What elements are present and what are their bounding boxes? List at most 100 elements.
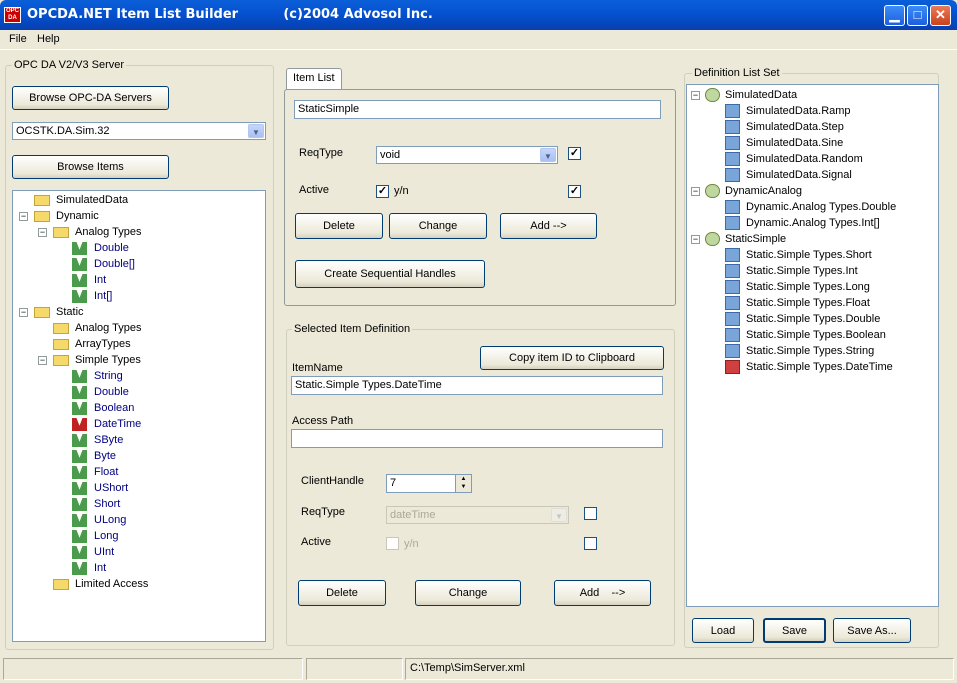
menu-file[interactable]: File xyxy=(9,33,27,45)
create-sequential-handles-button[interactable]: Create Sequential Handles xyxy=(295,260,485,288)
browse-tree[interactable]: SimulatedData − Dynamic − Analog Types Double… xyxy=(12,190,266,642)
opc-tag-icon xyxy=(72,530,87,543)
save-as-button[interactable]: Save As... xyxy=(833,618,911,643)
definition-tree[interactable]: − SimulatedData SimulatedData.Ramp Simulate… xyxy=(686,84,939,607)
item-definition-icon xyxy=(725,120,740,134)
change-button[interactable]: Change xyxy=(389,213,487,239)
tree-item[interactable]: − Simple Types xyxy=(38,352,253,368)
maximize-button[interactable]: □ xyxy=(907,5,928,26)
tree-item[interactable]: SimulatedData xyxy=(19,192,253,208)
collapse-icon[interactable]: − xyxy=(19,308,28,317)
tree-item[interactable]: String xyxy=(57,368,253,384)
close-button[interactable]: ✕ xyxy=(930,5,951,26)
chevron-down-icon[interactable]: ▼ xyxy=(248,124,264,138)
tree-item[interactable]: ULong xyxy=(57,512,253,528)
definition-item[interactable]: SimulatedData.Sine xyxy=(709,135,932,151)
definition-item[interactable]: Dynamic.Analog Types.Int[] xyxy=(709,215,932,231)
menu-help[interactable]: Help xyxy=(37,33,60,45)
server-group-label: OPC DA V2/V3 Server xyxy=(12,59,127,71)
tree-item[interactable]: UShort xyxy=(57,480,253,496)
definition-item[interactable]: Static.Simple Types.String xyxy=(709,343,932,359)
tree-item[interactable]: ArrayTypes xyxy=(38,336,253,352)
selected-active-checkbox[interactable] xyxy=(386,537,399,550)
collapse-icon[interactable]: − xyxy=(691,235,700,244)
definition-item[interactable]: − DynamicAnalog xyxy=(691,183,932,199)
add-button[interactable]: Add --> xyxy=(500,213,597,239)
selected-change-button[interactable]: Change xyxy=(415,580,521,606)
collapse-icon[interactable]: − xyxy=(19,212,28,221)
collapse-icon[interactable]: − xyxy=(38,228,47,237)
definition-item[interactable]: Static.Simple Types.Float xyxy=(709,295,932,311)
tree-item[interactable]: Float xyxy=(57,464,253,480)
tree-item[interactable]: − Static xyxy=(19,304,253,320)
selected-delete-button[interactable]: Delete xyxy=(298,580,386,606)
tree-item[interactable]: Double xyxy=(57,384,253,400)
collapse-icon[interactable]: − xyxy=(38,356,47,365)
definition-item[interactable]: Static.Simple Types.Boolean xyxy=(709,327,932,343)
tree-item[interactable]: Double[] xyxy=(57,256,253,272)
tree-item[interactable]: SByte xyxy=(57,432,253,448)
collapse-icon[interactable]: − xyxy=(691,91,700,100)
definition-item[interactable]: − StaticSimple xyxy=(691,231,932,247)
list-name-field[interactable]: StaticSimple xyxy=(294,100,661,119)
clienthandle-value: 7 xyxy=(390,477,397,489)
definition-item[interactable]: Static.Simple Types.Long xyxy=(709,279,932,295)
itemname-field[interactable]: Static.Simple Types.DateTime xyxy=(291,376,663,395)
definition-item[interactable]: SimulatedData.Ramp xyxy=(709,103,932,119)
folder-icon xyxy=(34,307,50,318)
save-button[interactable]: Save xyxy=(763,618,826,643)
tree-item[interactable]: − Dynamic xyxy=(19,208,253,224)
load-button[interactable]: Load xyxy=(692,618,754,643)
definition-item[interactable]: Static.Simple Types.Int xyxy=(709,263,932,279)
server-select[interactable]: OCSTK.DA.Sim.32 ▼ xyxy=(12,122,266,140)
spin-up-icon[interactable]: ▲ xyxy=(456,475,471,483)
minimize-button[interactable]: ▁ xyxy=(884,5,905,26)
collapse-icon[interactable]: − xyxy=(691,187,700,196)
server-select-value: OCSTK.DA.Sim.32 xyxy=(16,125,110,137)
selected-reqtype-checkbox[interactable] xyxy=(584,507,597,520)
tree-item[interactable]: Short xyxy=(57,496,253,512)
tree-item[interactable]: Double xyxy=(57,240,253,256)
reqtype-select[interactable]: void ▼ xyxy=(376,146,558,164)
tree-item[interactable]: DateTime xyxy=(57,416,253,432)
active-right-checkbox[interactable]: ✓ xyxy=(568,185,581,198)
tree-item[interactable]: Boolean xyxy=(57,400,253,416)
tree-item-label: Boolean xyxy=(94,402,135,414)
spin-down-icon[interactable]: ▼ xyxy=(456,483,471,491)
definition-item[interactable]: SimulatedData.Signal xyxy=(709,167,932,183)
chevron-down-icon[interactable]: ▼ xyxy=(551,508,567,522)
active-checkbox[interactable]: ✓ xyxy=(376,185,389,198)
definition-item[interactable]: − SimulatedData xyxy=(691,87,932,103)
item-definition-icon xyxy=(725,136,740,150)
definition-item[interactable]: Static.Simple Types.Short xyxy=(709,247,932,263)
tree-item[interactable]: Int xyxy=(57,272,253,288)
clienthandle-stepper[interactable]: 7 ▲ ▼ xyxy=(386,474,472,493)
selected-active-right-checkbox[interactable] xyxy=(584,537,597,550)
tree-item[interactable]: − Analog Types xyxy=(38,224,253,240)
definition-item[interactable]: Static.Simple Types.DateTime xyxy=(709,359,932,375)
tree-item[interactable]: Long xyxy=(57,528,253,544)
tree-item[interactable]: Int[] xyxy=(57,288,253,304)
tab-item-list[interactable]: Item List xyxy=(286,68,342,90)
chevron-down-icon[interactable]: ▼ xyxy=(540,148,556,162)
tree-item[interactable]: Byte xyxy=(57,448,253,464)
selected-reqtype-select[interactable]: dateTime ▼ xyxy=(386,506,569,524)
browse-servers-button[interactable]: Browse OPC-DA Servers xyxy=(12,86,169,110)
reqtype-checkbox[interactable]: ✓ xyxy=(568,147,581,160)
delete-button[interactable]: Delete xyxy=(295,213,383,239)
selected-reqtype-label: ReqType xyxy=(301,506,346,518)
copy-item-id-button[interactable]: Copy item ID to Clipboard xyxy=(480,346,664,370)
tree-item[interactable]: Limited Access xyxy=(38,576,253,592)
definition-item[interactable]: Dynamic.Analog Types.Double xyxy=(709,199,932,215)
tree-item[interactable]: Analog Types xyxy=(38,320,253,336)
spinner[interactable]: ▲ ▼ xyxy=(455,475,471,492)
definition-item[interactable]: SimulatedData.Random xyxy=(709,151,932,167)
accesspath-field[interactable] xyxy=(291,429,663,448)
tree-item-label: SimulatedData xyxy=(56,194,129,206)
tree-item[interactable]: UInt xyxy=(57,544,253,560)
tree-item[interactable]: Int xyxy=(57,560,253,576)
selected-add-button[interactable]: Add --> xyxy=(554,580,651,606)
definition-item[interactable]: Static.Simple Types.Double xyxy=(709,311,932,327)
definition-item[interactable]: SimulatedData.Step xyxy=(709,119,932,135)
browse-items-button[interactable]: Browse Items xyxy=(12,155,169,179)
